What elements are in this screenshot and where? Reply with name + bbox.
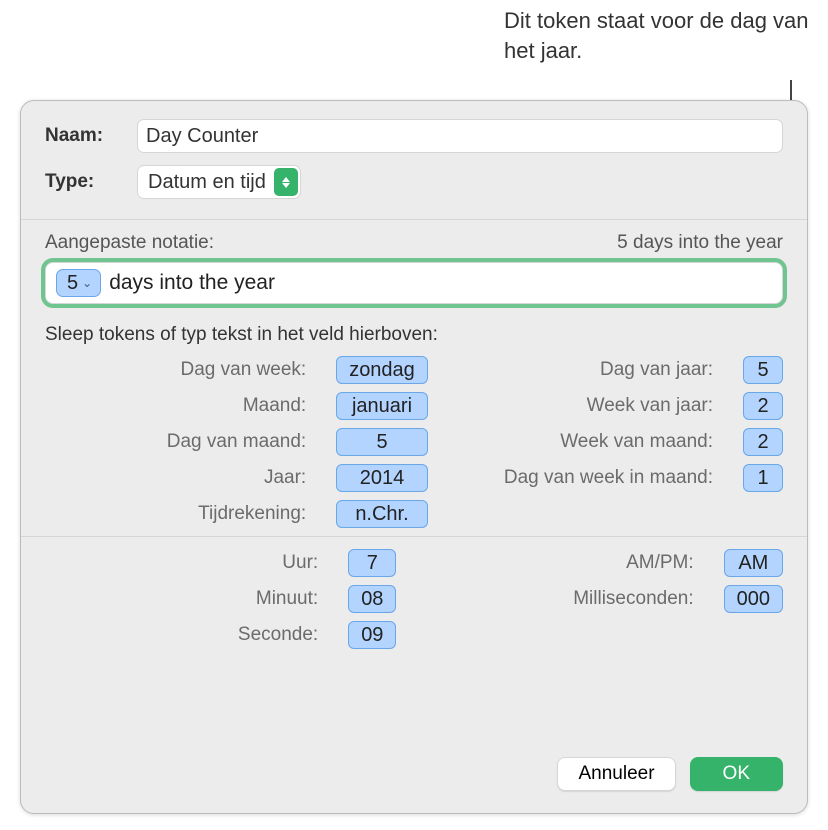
token-week-of-year[interactable]: 2 [743,392,783,420]
type-select[interactable]: Datum en tijd [137,165,301,199]
label-second: Seconde: [45,624,324,646]
custom-format-label: Aangepaste notatie: [45,232,214,254]
divider [21,219,807,220]
tokens-intro-label: Sleep tokens of typ tekst in het veld hi… [45,324,783,346]
token-day-of-year[interactable]: 5 [743,356,783,384]
token-day-of-month[interactable]: 5 [336,428,428,456]
custom-format-preview: 5 days into the year [617,232,783,254]
date-tokens-grid: Dag van week: zondag Dag van jaar: 5 Maa… [45,356,783,528]
format-dialog: Naam: Type: Datum en tijd Aangepaste not… [20,100,808,814]
format-token-day-of-year[interactable]: 5 ⌄ [56,269,101,297]
label-day-of-week: Dag van week: [45,359,312,381]
label-milliseconds: Milliseconden: [420,588,699,610]
label-era: Tijdrekening: [45,503,312,525]
ok-button[interactable]: OK [690,757,783,791]
time-tokens-grid: Uur: 7 AM/PM: AM Minuut: 08 Milliseconde… [45,549,783,649]
token-hour[interactable]: 7 [348,549,396,577]
label-day-of-year: Dag van jaar: [452,359,719,381]
format-trailing-text: days into the year [109,271,275,295]
cancel-button[interactable]: Annuleer [557,757,675,791]
token-minute[interactable]: 08 [348,585,396,613]
token-month[interactable]: januari [336,392,428,420]
custom-format-field[interactable]: 5 ⌄ days into the year [45,262,783,304]
token-milliseconds[interactable]: 000 [724,585,783,613]
label-week-of-month: Week van maand: [452,431,719,453]
label-minute: Minuut: [45,588,324,610]
label-ampm: AM/PM: [420,552,699,574]
label-week-of-year: Week van jaar: [452,395,719,417]
token-day-of-week[interactable]: zondag [336,356,428,384]
chevron-down-icon: ⌄ [82,276,92,290]
token-second[interactable]: 09 [348,621,396,649]
label-day-of-month: Dag van maand: [45,431,312,453]
dialog-footer: Annuleer OK [21,741,807,797]
format-token-value: 5 [67,272,78,295]
label-hour: Uur: [45,552,324,574]
label-month: Maand: [45,395,312,417]
token-day-of-week-in-month[interactable]: 1 [743,464,783,492]
token-era[interactable]: n.Chr. [336,500,428,528]
token-year[interactable]: 2014 [336,464,428,492]
name-input[interactable] [137,119,783,153]
callout-annotation: Dit token staat voor de dag van het jaar… [504,6,810,65]
token-week-of-month[interactable]: 2 [743,428,783,456]
divider [21,536,807,537]
token-ampm[interactable]: AM [724,549,783,577]
label-year: Jaar: [45,467,312,489]
name-label: Naam: [45,125,125,147]
type-label: Type: [45,171,125,193]
label-day-of-week-in-month: Dag van week in maand: [452,467,719,489]
